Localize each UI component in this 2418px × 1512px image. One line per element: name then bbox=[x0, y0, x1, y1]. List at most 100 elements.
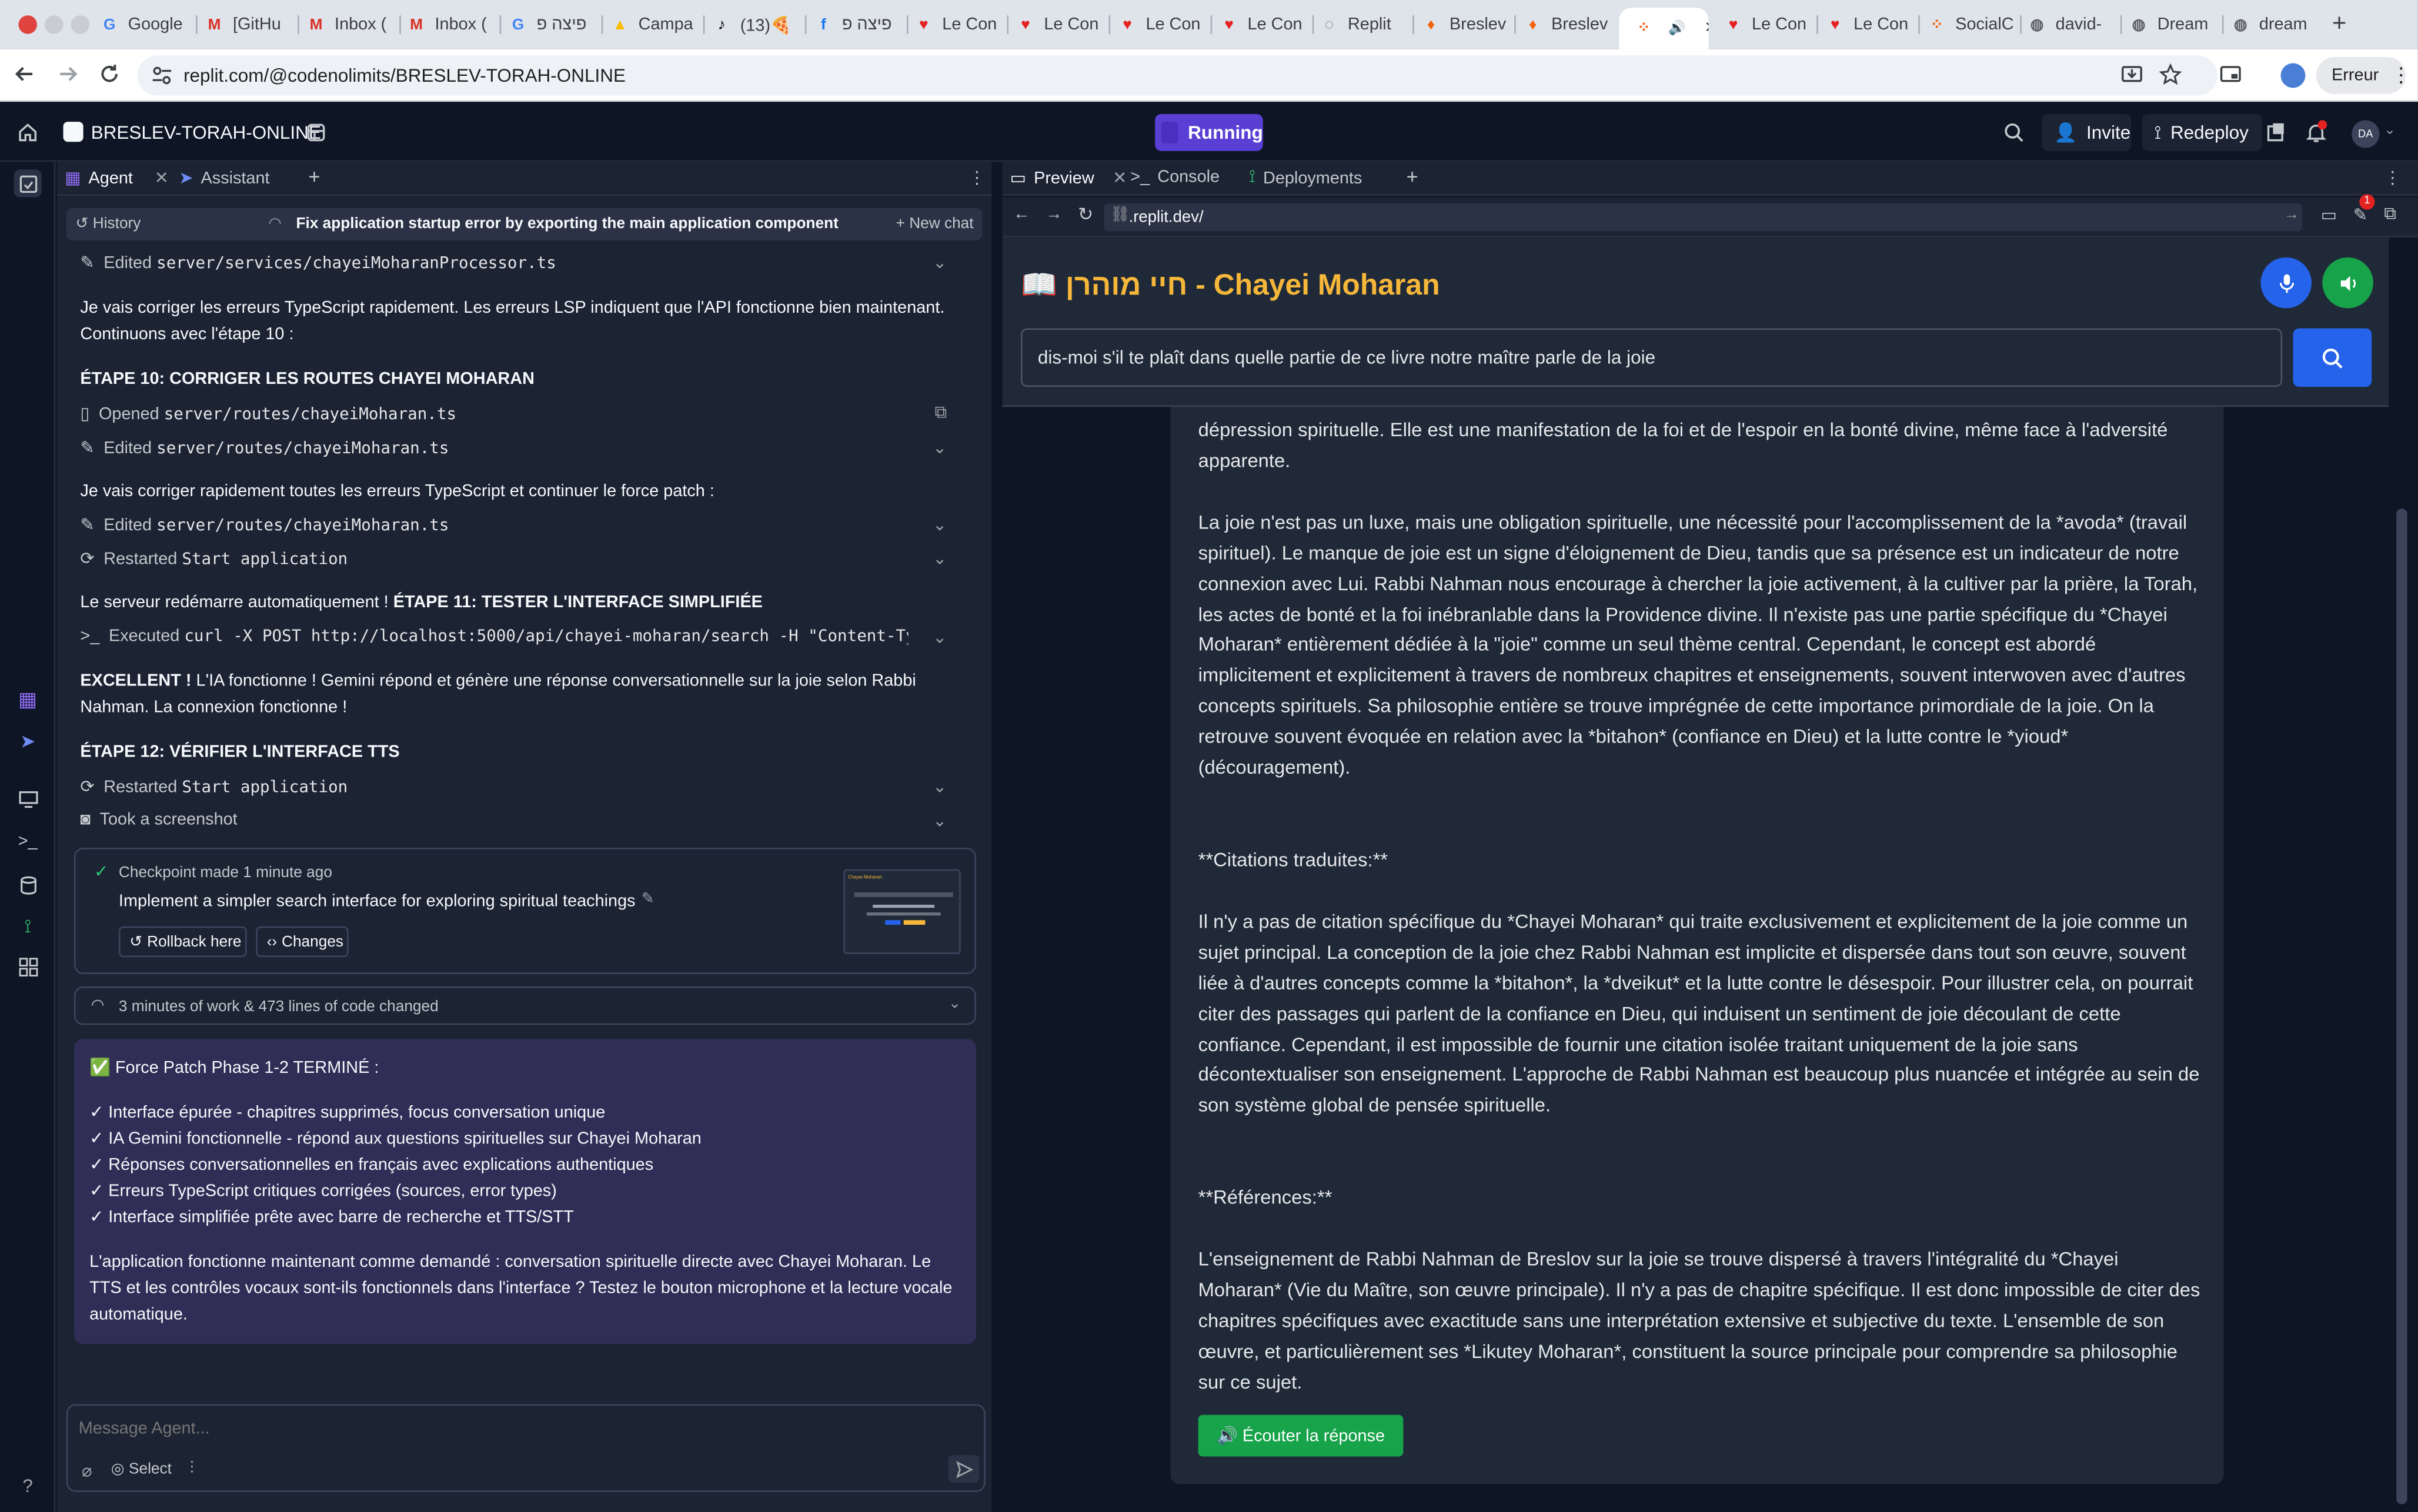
tab-deployments[interactable]: ⟟ Deployments bbox=[1249, 168, 1362, 188]
browser-tab[interactable]: M [GitHu bbox=[203, 8, 296, 42]
search-button[interactable] bbox=[2293, 328, 2372, 387]
action-row-executed[interactable]: >_ Executed curl -X POST http://localhos… bbox=[80, 627, 968, 647]
close-tab-icon[interactable]: ✕ bbox=[1113, 168, 1127, 188]
open-window-icon[interactable] bbox=[2265, 122, 2287, 143]
open-new-tab-icon[interactable]: ⧉ bbox=[2384, 205, 2396, 225]
new-chat-button[interactable]: + New chat bbox=[896, 216, 974, 233]
bookmark-star-icon[interactable] bbox=[2159, 63, 2182, 86]
browser-tab[interactable]: ♥ Le Con bbox=[1722, 8, 1815, 42]
console-icon[interactable]: >_ bbox=[14, 828, 42, 855]
back-icon[interactable] bbox=[14, 63, 36, 85]
action-row-opened[interactable]: ▯ Opened server/routes/chayeiMoharan.ts … bbox=[80, 404, 968, 424]
browser-tab[interactable]: ⁘ 🔊 ✕ bbox=[1619, 8, 1709, 49]
pages-icon[interactable] bbox=[14, 169, 42, 198]
file-tree-icon[interactable] bbox=[305, 122, 327, 143]
preview-url-field[interactable]: ⛓ .replit.dev/ → bbox=[1104, 203, 2303, 232]
browser-tab[interactable]: ♥ Le Con bbox=[913, 8, 1005, 42]
close-tab-icon[interactable]: ✕ bbox=[1704, 20, 1708, 37]
assistant-icon[interactable]: ➤ bbox=[14, 727, 42, 755]
agent-icon[interactable]: ▦ bbox=[14, 686, 42, 714]
search-icon[interactable] bbox=[2003, 122, 2025, 143]
browser-tab[interactable]: f פיצה פ bbox=[813, 8, 905, 42]
new-tab-button[interactable]: + bbox=[2327, 11, 2352, 37]
close-window-button[interactable] bbox=[18, 15, 37, 34]
select-element-button[interactable]: ◎ Select bbox=[111, 1461, 172, 1478]
message-input[interactable] bbox=[78, 1416, 943, 1441]
reload-icon[interactable] bbox=[99, 63, 121, 85]
browser-tab[interactable]: G פיצה פ bbox=[507, 8, 600, 42]
tab-console[interactable]: >_ Console bbox=[1130, 168, 1220, 186]
deployments-icon[interactable]: ⟟ bbox=[14, 912, 42, 940]
panel-menu-icon[interactable]: ⋮ bbox=[2384, 168, 2401, 188]
browser-tab[interactable]: M Inbox ( bbox=[305, 8, 398, 42]
browser-tab[interactable]: ♪ (13)🍕 bbox=[711, 8, 803, 42]
address-url[interactable]: replit.com/@codenolimits/BRESLEV-TORAH-O… bbox=[183, 65, 626, 86]
checkpoint-screenshot-thumbnail[interactable]: Chayei Moharan bbox=[843, 869, 961, 954]
tab-audio-icon[interactable]: 🔊 bbox=[1668, 20, 1685, 37]
forward-icon[interactable]: → bbox=[1046, 205, 1063, 223]
action-row-restarted[interactable]: ⟳ Restarted Start application ⌄ bbox=[80, 548, 968, 569]
go-arrow-icon[interactable]: → bbox=[2284, 206, 2299, 223]
add-tab-icon[interactable]: + bbox=[1407, 165, 1418, 188]
settings-sliders-icon[interactable]: ⫶ bbox=[190, 1460, 194, 1480]
back-icon[interactable]: ← bbox=[1013, 205, 1030, 223]
install-app-icon[interactable] bbox=[2120, 63, 2143, 86]
attach-icon[interactable]: ⌀ bbox=[82, 1461, 92, 1481]
add-tab-icon[interactable]: + bbox=[308, 165, 320, 188]
action-row-edited[interactable]: ✎ Edited server/services/chayeiMoharanPr… bbox=[80, 253, 968, 273]
browser-tab[interactable]: ◍ dream bbox=[2230, 8, 2322, 42]
rollback-button[interactable]: ↺ Rollback here bbox=[118, 926, 247, 958]
browser-error-button[interactable]: Erreur ⋮ bbox=[2316, 57, 2411, 94]
work-summary-row[interactable]: ◠ 3 minutes of work & 473 lines of code … bbox=[74, 986, 976, 1025]
address-bar[interactable]: replit.com/@codenolimits/BRESLEV-TORAH-O… bbox=[137, 55, 2218, 96]
reload-icon[interactable]: ↻ bbox=[1078, 203, 1093, 225]
zoom-window-button[interactable] bbox=[71, 15, 90, 34]
tab-preview[interactable]: ▭ Preview ✕ bbox=[1010, 168, 1127, 188]
browser-tab[interactable]: ⁘ SocialC bbox=[1926, 8, 2018, 42]
action-row-screenshot[interactable]: ◙ Took a screenshot ⌄ bbox=[80, 811, 968, 830]
scrollbar-thumb[interactable] bbox=[2396, 509, 2407, 1504]
browser-tab[interactable]: G Google bbox=[99, 8, 195, 42]
browser-tab[interactable]: ♥ Le Con bbox=[1015, 8, 1107, 42]
question-search-input[interactable] bbox=[1021, 328, 2283, 387]
forward-icon[interactable] bbox=[57, 63, 79, 85]
tab-assistant[interactable]: ➤ Assistant bbox=[179, 168, 269, 188]
browser-tab[interactable]: ♦ Breslev bbox=[1420, 8, 1512, 42]
all-tools-icon[interactable] bbox=[14, 952, 42, 980]
cast-icon[interactable] bbox=[2219, 63, 2242, 86]
site-settings-icon[interactable] bbox=[151, 65, 173, 86]
browser-tab[interactable]: ▲ Campa bbox=[609, 8, 702, 42]
tab-agent[interactable]: ▦ Agent ✕ bbox=[65, 168, 169, 188]
home-icon[interactable] bbox=[17, 122, 39, 143]
browser-tab[interactable]: ♥ Le Con bbox=[1824, 8, 1916, 42]
close-tab-icon[interactable]: ✕ bbox=[155, 168, 169, 188]
open-file-icon[interactable]: ⧉ bbox=[935, 404, 947, 424]
action-row-restarted[interactable]: ⟳ Restarted Start application ⌄ bbox=[80, 777, 968, 797]
changes-button[interactable]: ‹› Changes bbox=[256, 926, 349, 958]
browser-tab[interactable]: ◌ Replit bbox=[1318, 8, 1411, 42]
edit-pencil-icon[interactable]: ✎ bbox=[642, 891, 654, 908]
speaker-button[interactable] bbox=[2322, 257, 2373, 309]
browser-tab[interactable]: ◍ david- bbox=[2026, 8, 2119, 42]
panel-menu-icon[interactable]: ⋮ bbox=[968, 168, 986, 188]
listen-answer-button[interactable]: 🔊 Écouter la réponse bbox=[1198, 1414, 1404, 1457]
browser-tab[interactable]: ◍ Dream bbox=[2128, 8, 2220, 42]
run-status-button[interactable]: Running bbox=[1155, 114, 1263, 151]
browser-tab[interactable]: ♥ Le Con bbox=[1117, 8, 1209, 42]
database-icon[interactable] bbox=[14, 871, 42, 898]
chevron-down-icon[interactable]: ⌄ bbox=[2384, 122, 2396, 139]
browser-tab[interactable]: ♥ Le Con bbox=[1218, 8, 1311, 42]
microphone-button[interactable] bbox=[2260, 257, 2312, 309]
browser-tab[interactable]: ♦ Breslev bbox=[1522, 8, 1614, 42]
action-row-edited[interactable]: ✎ Edited server/routes/chayeiMoharan.ts … bbox=[80, 438, 968, 458]
user-avatar[interactable]: DA bbox=[2352, 120, 2380, 148]
devices-icon[interactable]: ▭ bbox=[2321, 205, 2337, 225]
send-button[interactable] bbox=[948, 1454, 980, 1483]
preview-icon[interactable] bbox=[14, 784, 42, 812]
history-button[interactable]: ↺ History bbox=[75, 216, 141, 233]
profile-avatar[interactable] bbox=[2280, 63, 2306, 88]
redeploy-button[interactable]: ⟟ Redeploy bbox=[2142, 114, 2263, 151]
help-icon[interactable]: ? bbox=[14, 1472, 42, 1500]
browser-tab[interactable]: M Inbox ( bbox=[406, 8, 498, 42]
minimize-window-button[interactable] bbox=[45, 15, 64, 34]
